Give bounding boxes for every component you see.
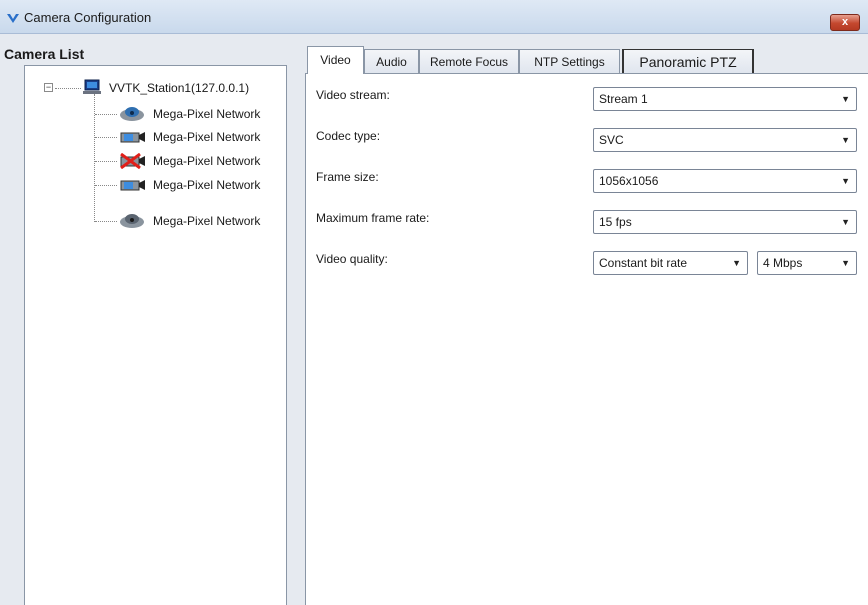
camera-list-heading: Camera List xyxy=(2,35,302,65)
frame-size-select[interactable]: 1056x1056 ▼ xyxy=(593,169,857,193)
window-title: Camera Configuration xyxy=(24,10,152,25)
video-stream-select[interactable]: Stream 1 ▼ xyxy=(593,87,857,111)
chevron-down-icon: ▼ xyxy=(841,258,850,268)
tab-panoramic-ptz[interactable]: Panoramic PTZ xyxy=(622,49,754,74)
camera-item-label[interactable]: Mega-Pixel Network xyxy=(153,154,260,168)
station-label[interactable]: VVTK_Station1(127.0.0.1) xyxy=(109,81,249,95)
box-camera-icon xyxy=(120,132,145,143)
chevron-down-icon: ▼ xyxy=(732,258,741,268)
video-stream-value: Stream 1 xyxy=(599,92,648,106)
video-settings-panel xyxy=(305,73,868,605)
bitrate-value: 4 Mbps xyxy=(763,256,803,270)
tab-remote-focus[interactable]: Remote Focus xyxy=(419,49,519,74)
tree-expander[interactable]: − xyxy=(44,83,53,92)
codec-type-select[interactable]: SVC ▼ xyxy=(593,128,857,152)
chevron-down-icon: ▼ xyxy=(841,176,850,186)
tab-ntp-settings[interactable]: NTP Settings xyxy=(519,49,620,74)
camera-item-label[interactable]: Mega-Pixel Network xyxy=(153,178,260,192)
codec-type-value: SVC xyxy=(599,133,624,147)
camera-item-label[interactable]: Mega-Pixel Network xyxy=(153,214,260,228)
chevron-down-icon: ▼ xyxy=(841,94,850,104)
max-frame-rate-label: Maximum frame rate: xyxy=(316,211,430,225)
max-frame-rate-select[interactable]: 15 fps ▼ xyxy=(593,210,857,234)
frame-size-value: 1056x1056 xyxy=(599,174,659,188)
tab-video[interactable]: Video xyxy=(307,46,364,74)
camera-list-tree[interactable]: − VVTK_Station1(127.0.0.1) Mega-Pixel Ne… xyxy=(24,65,287,605)
video-stream-label: Video stream: xyxy=(316,88,390,102)
camera-disconnected-icon xyxy=(120,153,145,169)
camera-item-label[interactable]: Mega-Pixel Network xyxy=(153,107,260,121)
title-bar: Camera Configuration x xyxy=(0,0,868,34)
chevron-down-icon: ▼ xyxy=(841,135,850,145)
video-quality-label: Video quality: xyxy=(316,252,388,266)
box-camera-icon xyxy=(120,180,145,191)
chevron-down-icon: ▼ xyxy=(841,217,850,227)
frame-size-label: Frame size: xyxy=(316,170,379,184)
bitrate-select[interactable]: 4 Mbps ▼ xyxy=(757,251,857,275)
video-quality-mode-value: Constant bit rate xyxy=(599,256,688,270)
computer-station-icon xyxy=(83,79,101,94)
camera-item-label[interactable]: Mega-Pixel Network xyxy=(153,130,260,144)
dome-camera-icon xyxy=(120,107,144,121)
video-quality-mode-select[interactable]: Constant bit rate ▼ xyxy=(593,251,748,275)
dome-camera-icon xyxy=(120,214,144,228)
close-button[interactable]: x xyxy=(830,14,860,31)
codec-type-label: Codec type: xyxy=(316,129,381,143)
max-frame-rate-value: 15 fps xyxy=(599,215,632,229)
tab-audio[interactable]: Audio xyxy=(364,49,419,74)
app-logo-icon xyxy=(7,14,19,23)
